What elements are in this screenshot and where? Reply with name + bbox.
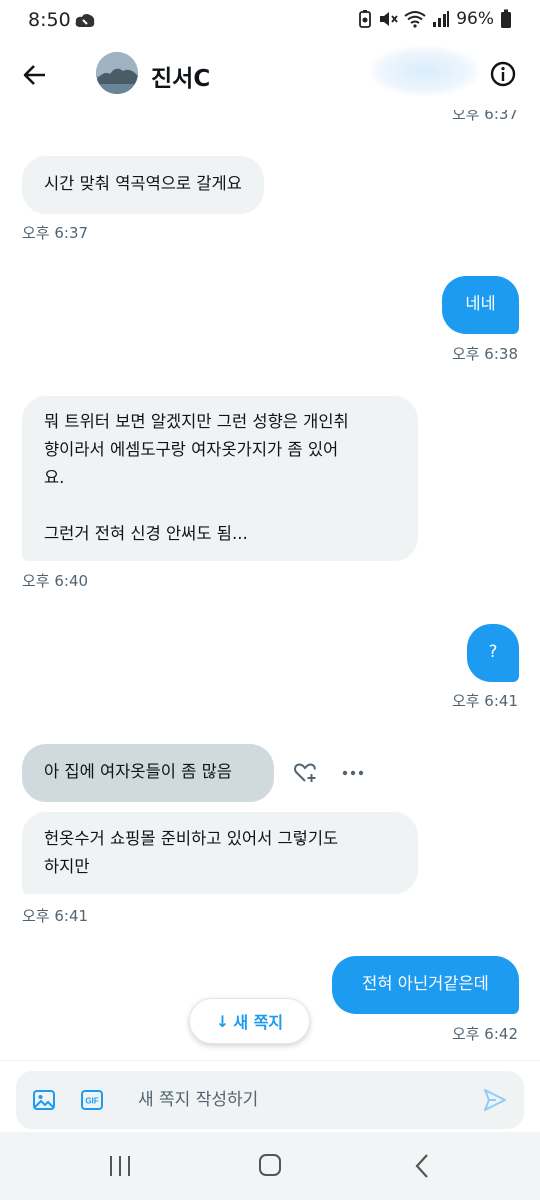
outgoing-message-bubble[interactable]: 네네 xyxy=(442,276,519,334)
message-input[interactable] xyxy=(138,1087,438,1113)
heart-plus-icon xyxy=(294,763,316,782)
message-composer: GIF xyxy=(16,1071,524,1129)
home-icon xyxy=(259,1154,281,1176)
message-text: 전혀 아닌거같은데 xyxy=(362,974,489,993)
signal-icon xyxy=(432,10,450,28)
gif-icon: GIF xyxy=(81,1090,103,1110)
message-timestamp: 오후 6:41 xyxy=(22,907,89,925)
message-line: 그런거 전혀 신경 안써도 됨... xyxy=(44,524,248,543)
cloud-notification-icon xyxy=(74,12,96,32)
message-line: 향이라서 에셈도구랑 여자옷가지가 좀 있어 xyxy=(44,440,339,459)
arrow-down-icon: ↓ xyxy=(215,1011,230,1031)
more-horizontal-icon xyxy=(342,770,364,776)
message-line: 뭐 트위터 보면 알겠지만 그런 성향은 개인취 xyxy=(44,412,349,431)
message-list[interactable]: 오후 6:37 시간 맞춰 역곡역으로 갈게요 오후 6:37 네네 오후 6:… xyxy=(0,110,540,1060)
contact-name[interactable]: 진서C xyxy=(151,59,210,93)
battery-icon xyxy=(500,9,512,29)
message-line: 요. xyxy=(44,468,65,487)
back-button[interactable] xyxy=(20,60,50,90)
incoming-message-bubble[interactable]: 뭐 트위터 보면 알겠지만 그런 성향은 개인취 향이라서 에셈도구랑 여자옷가… xyxy=(22,396,418,561)
add-image-button[interactable] xyxy=(32,1088,56,1112)
message-timestamp: 오후 6:38 xyxy=(451,345,518,363)
incoming-message-bubble[interactable]: 헌옷수거 쇼핑몰 준비하고 있어서 그렇기도 하지만 xyxy=(22,812,418,894)
arrow-left-icon xyxy=(23,65,45,85)
message-text: 네네 xyxy=(465,294,496,313)
status-bar: 8:50 96% xyxy=(0,0,540,40)
more-options-button[interactable] xyxy=(340,760,366,786)
status-time: 8:50 xyxy=(28,9,71,31)
message-text: 아 집에 여자옷들이 좀 많음 xyxy=(44,762,232,781)
message-timestamp: 오후 6:40 xyxy=(22,572,89,590)
outgoing-message-bubble[interactable]: ? xyxy=(467,624,519,682)
send-icon xyxy=(484,1089,506,1111)
message-timestamp: 오후 6:37 xyxy=(451,110,518,123)
react-button[interactable] xyxy=(292,760,318,786)
avatar[interactable] xyxy=(96,52,138,94)
composer-bar: GIF xyxy=(0,1060,540,1132)
selected-message-bubble[interactable]: 아 집에 여자옷들이 좀 많음 xyxy=(22,744,274,802)
send-button[interactable] xyxy=(482,1087,508,1113)
message-timestamp: 오후 6:41 xyxy=(451,692,518,710)
status-icons: 96% xyxy=(358,9,512,29)
chevron-left-icon xyxy=(415,1154,428,1178)
battery-level: 96% xyxy=(456,9,494,29)
incoming-message-bubble[interactable]: 시간 맞춰 역곡역으로 갈게요 xyxy=(22,156,264,214)
info-button[interactable] xyxy=(489,60,517,88)
home-button[interactable] xyxy=(257,1152,283,1178)
recent-apps-button[interactable] xyxy=(106,1154,134,1178)
conversation-header: 진서C xyxy=(0,40,540,110)
gif-label: GIF xyxy=(85,1097,98,1106)
message-text: 시간 맞춰 역곡역으로 갈게요 xyxy=(44,174,242,193)
wifi-icon xyxy=(404,10,426,28)
add-gif-button[interactable]: GIF xyxy=(80,1088,104,1112)
mute-icon xyxy=(378,10,398,28)
recent-apps-icon xyxy=(110,1156,130,1176)
message-line: 하지만 xyxy=(44,857,90,876)
info-icon xyxy=(490,61,516,87)
new-messages-label: 새 쪽지 xyxy=(233,1013,284,1032)
new-messages-button[interactable]: ↓ 새 쪽지 xyxy=(189,998,310,1044)
blurred-region xyxy=(370,46,480,96)
message-line xyxy=(44,492,396,520)
message-text: ? xyxy=(488,642,498,661)
message-timestamp: 오후 6:42 xyxy=(451,1025,518,1043)
battery-saver-icon xyxy=(358,10,372,28)
message-timestamp: 오후 6:37 xyxy=(22,224,89,242)
image-icon xyxy=(33,1090,55,1110)
system-back-button[interactable] xyxy=(412,1152,434,1180)
message-line: 헌옷수거 쇼핑몰 준비하고 있어서 그렇기도 xyxy=(44,829,339,848)
system-nav-bar xyxy=(0,1132,540,1200)
outgoing-message-bubble[interactable]: 전혀 아닌거같은데 xyxy=(332,956,519,1014)
